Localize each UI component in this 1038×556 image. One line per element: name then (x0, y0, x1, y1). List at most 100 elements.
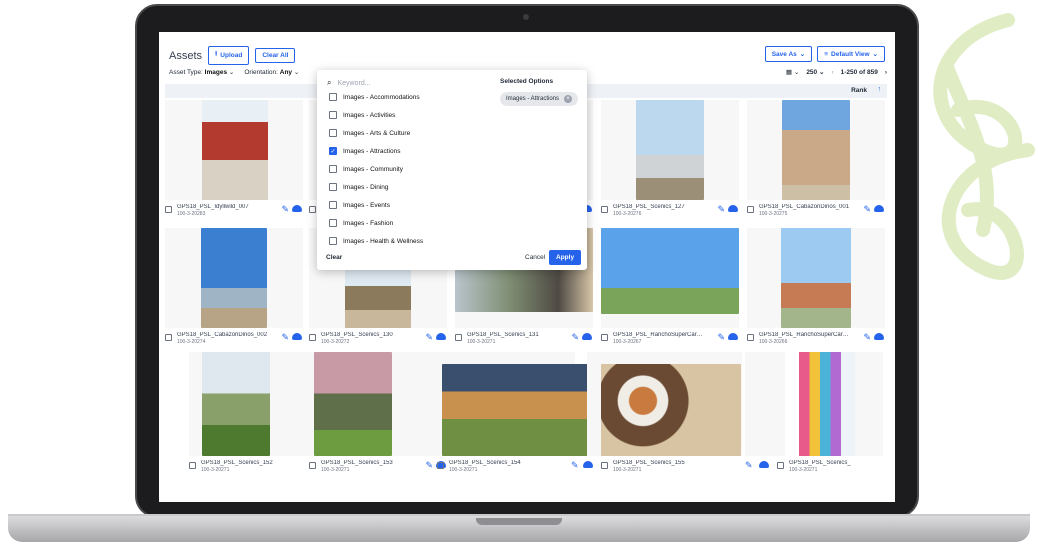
file-icon (309, 462, 316, 469)
chevron-down-icon: ⌄ (293, 69, 300, 76)
edit-icon[interactable]: ✎ (717, 332, 725, 343)
cloud-download-icon[interactable] (728, 205, 738, 212)
clear-button[interactable]: Clear (326, 254, 342, 261)
prev-page-icon[interactable]: ‹ (831, 69, 833, 76)
orientation-filter[interactable]: Orientation: Any ⌄ (244, 68, 299, 76)
asset-thumbnail (781, 228, 851, 328)
asset-thumbnail (202, 100, 268, 200)
file-icon (747, 334, 754, 341)
selected-chip: Images - Attractions × (500, 92, 579, 106)
file-icon (309, 334, 316, 341)
cloud-download-icon[interactable] (583, 461, 593, 468)
page-size-select[interactable]: 250 ⌄ (806, 68, 824, 76)
search-icon: ⌕ (327, 78, 332, 87)
sort-ascending-icon[interactable]: ↑ (878, 86, 882, 93)
marketing-stage: Assets ⭱ Upload Clear All Save As ⌄ ≡ Defau… (0, 0, 1038, 556)
cloud-download-icon[interactable] (874, 205, 884, 212)
checkbox[interactable] (329, 201, 337, 209)
page-range: 1-250 of 859 (840, 68, 878, 76)
edit-icon[interactable]: ✎ (571, 460, 579, 471)
option-dining[interactable]: Images - Dining (329, 183, 389, 191)
chevron-down-icon: ⌄ (228, 69, 235, 76)
option-fashion[interactable]: Images - Fashion (329, 219, 393, 227)
option-community[interactable]: Images - Community (329, 165, 403, 173)
upload-icon: ⭱ (215, 51, 218, 58)
edit-icon[interactable]: ✎ (571, 332, 579, 343)
file-icon (165, 334, 172, 341)
edit-icon[interactable]: ✎ (863, 204, 871, 215)
file-icon (747, 206, 754, 213)
page-title: Assets (169, 49, 203, 62)
option-activities[interactable]: Images - Activities (329, 111, 395, 119)
edit-icon[interactable]: ✎ (717, 204, 725, 215)
file-icon (601, 334, 608, 341)
checkbox[interactable] (329, 93, 337, 101)
checkbox[interactable] (329, 219, 337, 227)
keyword-search[interactable]: ⌕ Keyword... (327, 78, 371, 88)
checkbox-checked[interactable]: ✓ (329, 147, 337, 155)
header-actions: Save As ⌄ ≡ Default View ⌄ (764, 46, 885, 62)
option-attractions[interactable]: ✓ Images - Attractions (329, 147, 400, 155)
edit-icon[interactable]: ✎ (863, 332, 871, 343)
cloud-download-icon[interactable] (436, 333, 446, 340)
grid-view-icon[interactable]: ▦ ⌄ (786, 68, 799, 76)
option-arts-culture[interactable]: Images - Arts & Culture (329, 129, 410, 137)
laptop-lid: Assets ⭱ Upload Clear All Save As ⌄ ≡ Defau… (135, 4, 919, 518)
apply-button[interactable]: Apply (549, 250, 582, 265)
default-view-button[interactable]: ≡ Default View ⌄ (817, 46, 885, 62)
page-header: Assets ⭱ Upload Clear All (169, 46, 296, 65)
clear-all-button[interactable]: Clear All (255, 48, 296, 63)
cloud-download-icon[interactable] (292, 205, 302, 212)
list-icon: ≡ (824, 50, 829, 58)
option-events[interactable]: Images - Events (329, 201, 390, 209)
checkbox[interactable] (329, 237, 337, 245)
cloud-download-icon[interactable] (582, 333, 592, 340)
asset-thumbnail (601, 364, 741, 456)
edit-icon[interactable]: ✎ (425, 332, 433, 343)
asset-thumbnail (442, 364, 598, 456)
asset-thumbnail (782, 100, 850, 200)
edit-icon[interactable]: ✎ (745, 460, 753, 471)
file-icon (455, 334, 462, 341)
app-screen: Assets ⭱ Upload Clear All Save As ⌄ ≡ Defau… (159, 32, 895, 502)
option-health-wellness[interactable]: Images - Health & Wellness (329, 237, 423, 245)
cancel-button[interactable]: Cancel (525, 254, 545, 261)
checkbox[interactable] (329, 129, 337, 137)
file-icon (165, 206, 172, 213)
file-icon (601, 462, 608, 469)
asset-thumbnail (314, 352, 392, 456)
cloud-download-icon[interactable] (292, 333, 302, 340)
edit-icon[interactable]: ✎ (425, 460, 433, 471)
option-accommodations[interactable]: Images - Accommodations (329, 93, 420, 101)
file-icon (309, 206, 316, 213)
asset-thumbnail (785, 352, 855, 456)
sort-label[interactable]: Rank (851, 87, 867, 94)
laptop-notch (476, 518, 562, 525)
asset-thumbnail (345, 268, 411, 328)
asset-thumbnail (201, 228, 267, 328)
checkbox[interactable] (329, 183, 337, 191)
asset-thumbnail (202, 352, 270, 456)
remove-chip-icon[interactable]: × (564, 95, 573, 103)
file-icon (601, 206, 608, 213)
selected-options-heading: Selected Options (500, 78, 554, 85)
checkbox[interactable] (329, 111, 337, 119)
asset-type-filter[interactable]: Asset Type: Images ⌄ (169, 68, 234, 76)
checkbox[interactable] (329, 165, 337, 173)
edit-icon[interactable]: ✎ (281, 204, 289, 215)
asset-thumbnail (601, 228, 739, 314)
category-dropdown: ⌕ Keyword... Images - Accommodations Imag… (317, 70, 587, 270)
cloud-download-icon[interactable] (874, 333, 884, 340)
save-as-button[interactable]: Save As ⌄ (764, 46, 813, 62)
edit-icon[interactable]: ✎ (281, 332, 289, 343)
next-page-icon[interactable]: › (885, 69, 887, 76)
file-icon (437, 462, 444, 469)
upload-button[interactable]: ⭱ Upload (208, 46, 250, 65)
file-icon (189, 462, 196, 469)
filter-bar: Asset Type: Images ⌄ Orientation: Any ⌄ (169, 68, 299, 76)
chevron-down-icon: ⌄ (799, 51, 806, 58)
cloud-download-icon[interactable] (728, 333, 738, 340)
asset-thumbnail (636, 100, 704, 200)
cloud-download-icon[interactable] (759, 461, 769, 468)
chevron-down-icon: ⌄ (872, 51, 878, 58)
